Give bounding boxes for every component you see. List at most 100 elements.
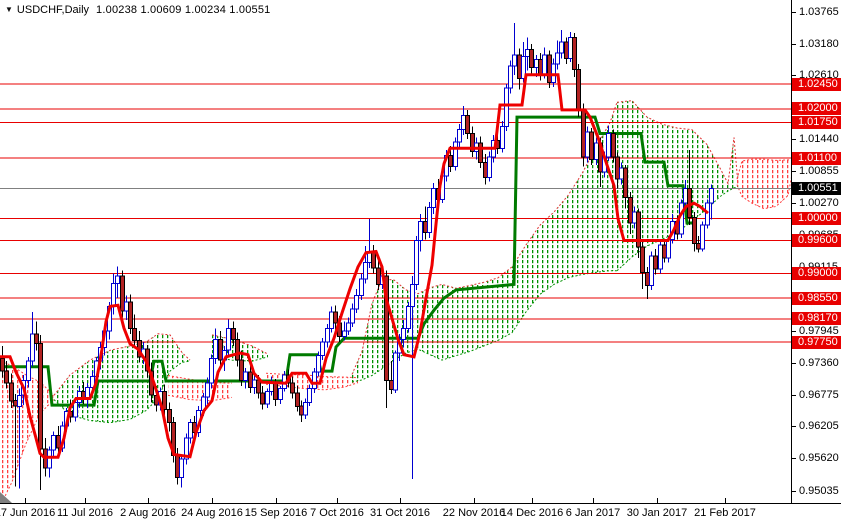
candle-bear bbox=[389, 379, 394, 391]
candle-bear bbox=[38, 343, 43, 450]
candle-bear bbox=[248, 371, 253, 389]
candle-bull bbox=[709, 187, 714, 204]
candle-bear bbox=[376, 267, 381, 285]
level-price-label[interactable]: 0.98550 bbox=[792, 292, 841, 305]
candle-bear bbox=[128, 301, 133, 329]
candle-bull bbox=[346, 322, 351, 332]
level-price-label[interactable]: 0.99600 bbox=[792, 234, 841, 247]
symbol-period-label: USDCHF,Daily bbox=[16, 4, 90, 16]
candle-bear bbox=[465, 114, 470, 135]
chart-plot-area[interactable]: ▼ USDCHF,Daily 1.00238 1.00609 1.00234 1.0… bbox=[0, 0, 792, 503]
candle-bull bbox=[555, 52, 560, 65]
candle-bull bbox=[342, 330, 347, 338]
candle-bull bbox=[512, 54, 517, 67]
price-axis-label: 0.95035 bbox=[792, 485, 839, 498]
candle-bull bbox=[85, 387, 90, 400]
candle-bull bbox=[393, 352, 398, 391]
candle-bull bbox=[303, 401, 308, 416]
price-axis-label: 0.95620 bbox=[792, 452, 839, 465]
candle-bear bbox=[645, 271, 650, 286]
candle-bull bbox=[329, 311, 334, 329]
candle-bear bbox=[653, 255, 658, 270]
price-axis-tick bbox=[792, 12, 796, 13]
price-axis-label: 1.00270 bbox=[792, 197, 839, 210]
candle-bear bbox=[167, 409, 172, 424]
candle-bear bbox=[529, 49, 534, 69]
candle-bear bbox=[448, 155, 453, 167]
candle-bear bbox=[4, 370, 9, 384]
candle-bull bbox=[457, 129, 462, 143]
time-axis-label: 21 Feb 2017 bbox=[694, 507, 756, 519]
candle-bull bbox=[278, 388, 283, 401]
mt4-chart-window: ▼ USDCHF,Daily 1.00238 1.00609 1.00234 1.0… bbox=[0, 0, 841, 520]
candle-bull bbox=[414, 240, 419, 285]
candle-bull bbox=[243, 371, 248, 381]
candle-bear bbox=[564, 41, 569, 59]
candle-bull bbox=[461, 114, 466, 131]
price-axis-tick bbox=[792, 491, 796, 492]
candle-bull bbox=[406, 305, 411, 329]
level-price-label[interactable]: 0.99000 bbox=[792, 267, 841, 280]
candle-bear bbox=[218, 338, 223, 361]
time-axis-label: 31 Oct 2016 bbox=[370, 507, 430, 519]
candle-bull bbox=[504, 87, 509, 127]
time-axis-label: 30 Jan 2017 bbox=[626, 507, 688, 519]
candle-bear bbox=[615, 156, 620, 180]
price-axis-label: 1.01440 bbox=[792, 133, 839, 146]
level-price-label[interactable]: 1.00000 bbox=[792, 212, 841, 225]
candle-bull bbox=[453, 141, 458, 168]
price-axis-tick bbox=[792, 426, 796, 427]
price-axis-tick bbox=[792, 75, 796, 76]
candle-bear bbox=[9, 382, 14, 402]
level-price-label[interactable]: 0.97750 bbox=[792, 336, 841, 349]
time-axis-label: 6 Jan 2017 bbox=[565, 507, 621, 519]
candle-bear bbox=[231, 327, 236, 340]
price-axis-tick bbox=[792, 203, 796, 204]
candle-bull bbox=[683, 187, 688, 204]
candle-bear bbox=[576, 68, 581, 111]
candle-bear bbox=[0, 358, 5, 372]
candle-bear bbox=[623, 167, 628, 199]
candle-bull bbox=[354, 294, 359, 310]
time-axis-label: 2 Aug 2016 bbox=[120, 507, 176, 519]
candle-bull bbox=[418, 220, 423, 242]
candle-bear bbox=[299, 405, 304, 416]
candle-bull bbox=[551, 63, 556, 84]
candle-bull bbox=[508, 65, 513, 89]
candle-bull bbox=[316, 355, 321, 373]
candle-bull bbox=[658, 244, 663, 270]
price-axis-label: 0.96205 bbox=[792, 420, 839, 433]
symbol-marker-icon: ▼ bbox=[5, 5, 13, 14]
quote-ohlc-label: 1.00238 1.00609 1.00234 1.00551 bbox=[96, 4, 271, 16]
candle-bull bbox=[188, 422, 193, 439]
candle-bear bbox=[640, 246, 645, 273]
candle-bear bbox=[235, 338, 240, 361]
price-axis[interactable]: 1.03765 1.03180 1.02610 1.01440 1.00855 1.002… bbox=[791, 0, 841, 503]
candle-bear bbox=[628, 197, 633, 224]
candle-bull bbox=[312, 371, 317, 390]
level-price-label[interactable]: 1.01100 bbox=[792, 152, 841, 165]
candle-bull bbox=[585, 131, 590, 158]
candle-bull bbox=[359, 278, 364, 296]
candle-bear bbox=[538, 59, 543, 76]
candle-bull bbox=[427, 207, 432, 233]
candle-bear bbox=[589, 131, 594, 160]
candle-bull bbox=[209, 358, 214, 384]
level-price-label[interactable]: 1.02000 bbox=[792, 102, 841, 115]
time-axis-label: 14 Dec 2016 bbox=[500, 507, 564, 519]
time-axis-label: 15 Sep 2016 bbox=[244, 507, 308, 519]
level-price-label[interactable]: 1.01750 bbox=[792, 116, 841, 129]
candle-bull bbox=[700, 224, 705, 250]
price-axis-tick bbox=[792, 395, 796, 396]
level-price-label[interactable]: 1.02450 bbox=[792, 78, 841, 91]
ichimoku-cloud-green bbox=[352, 102, 617, 383]
candle-bear bbox=[333, 311, 338, 324]
chart-canvas[interactable] bbox=[0, 0, 792, 503]
candle-bull bbox=[30, 333, 35, 362]
time-axis[interactable]: 17 Jun 2016 11 Jul 2016 2 Aug 2016 24 Aug 2… bbox=[0, 503, 841, 520]
candle-bear bbox=[273, 382, 278, 401]
candle-bull bbox=[705, 202, 710, 226]
current-price-label: 1.00551 bbox=[792, 182, 841, 195]
candle-bear bbox=[662, 244, 667, 259]
level-price-label[interactable]: 0.98170 bbox=[792, 312, 841, 325]
